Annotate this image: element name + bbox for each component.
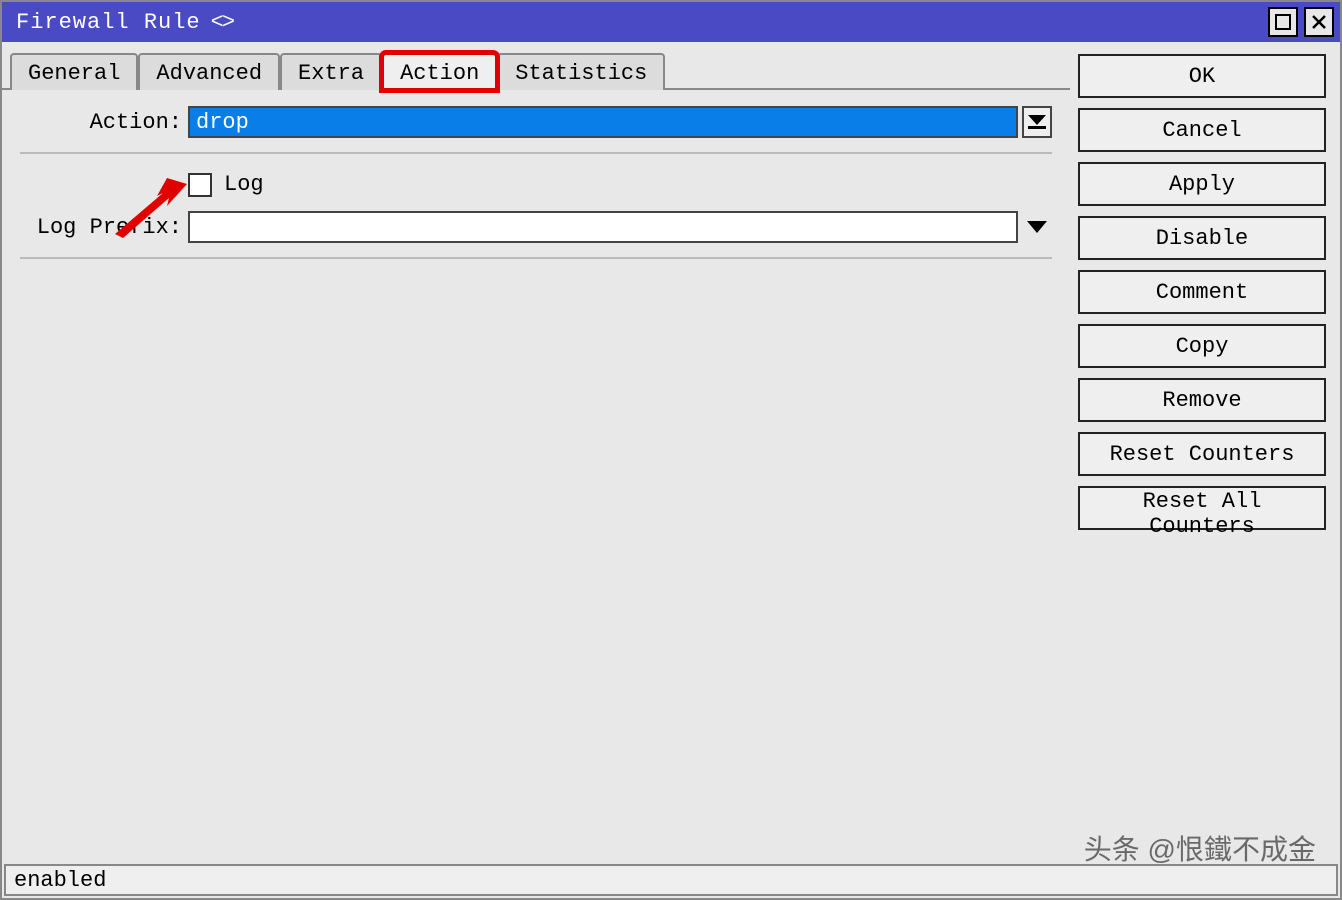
- tab-label: Advanced: [156, 61, 262, 86]
- tabs: General Advanced Extra Action Statistics: [2, 42, 1070, 90]
- ok-button[interactable]: OK: [1078, 54, 1326, 98]
- log-prefix-label: Log Prefix:: [20, 215, 188, 240]
- window-title-suffix: <>: [211, 10, 233, 35]
- chevron-down-icon: [1027, 221, 1047, 233]
- chevron-down-icon: [1028, 115, 1046, 129]
- tab-label: Statistics: [515, 61, 647, 86]
- reset-counters-button[interactable]: Reset Counters: [1078, 432, 1326, 476]
- titlebar: Firewall Rule <>: [2, 2, 1340, 42]
- window-title: Firewall Rule: [16, 10, 201, 35]
- tab-extra[interactable]: Extra: [280, 53, 382, 90]
- sidebar: OK Cancel Apply Disable Comment Copy Rem…: [1070, 42, 1340, 864]
- maximize-button[interactable]: [1268, 7, 1298, 37]
- tab-label: General: [28, 61, 120, 86]
- close-button[interactable]: [1304, 7, 1334, 37]
- tab-label: Action: [400, 61, 479, 86]
- comment-button[interactable]: Comment: [1078, 270, 1326, 314]
- reset-all-counters-button[interactable]: Reset All Counters: [1078, 486, 1326, 530]
- action-dropdown[interactable]: drop: [188, 106, 1018, 138]
- log-prefix-dropdown-button[interactable]: [1022, 211, 1052, 243]
- log-prefix-input[interactable]: [188, 211, 1018, 243]
- disable-button[interactable]: Disable: [1078, 216, 1326, 260]
- main-panel: General Advanced Extra Action Statistics…: [2, 42, 1070, 864]
- maximize-icon: [1275, 14, 1291, 30]
- divider: [20, 152, 1052, 154]
- log-label: Log: [224, 172, 264, 197]
- form-area: Action: drop Log: [2, 90, 1070, 277]
- tab-advanced[interactable]: Advanced: [138, 53, 280, 90]
- action-value: drop: [196, 110, 249, 135]
- log-checkbox[interactable]: [188, 173, 212, 197]
- statusbar: enabled: [4, 864, 1338, 896]
- close-icon: [1311, 14, 1327, 30]
- tab-label: Extra: [298, 61, 364, 86]
- tab-action[interactable]: Action: [382, 53, 497, 90]
- action-label: Action:: [20, 110, 188, 135]
- cancel-button[interactable]: Cancel: [1078, 108, 1326, 152]
- tab-general[interactable]: General: [10, 53, 138, 90]
- apply-button[interactable]: Apply: [1078, 162, 1326, 206]
- copy-button[interactable]: Copy: [1078, 324, 1326, 368]
- action-dropdown-button[interactable]: [1022, 106, 1052, 138]
- tab-statistics[interactable]: Statistics: [497, 53, 665, 90]
- divider: [20, 257, 1052, 259]
- remove-button[interactable]: Remove: [1078, 378, 1326, 422]
- status-text: enabled: [14, 868, 106, 893]
